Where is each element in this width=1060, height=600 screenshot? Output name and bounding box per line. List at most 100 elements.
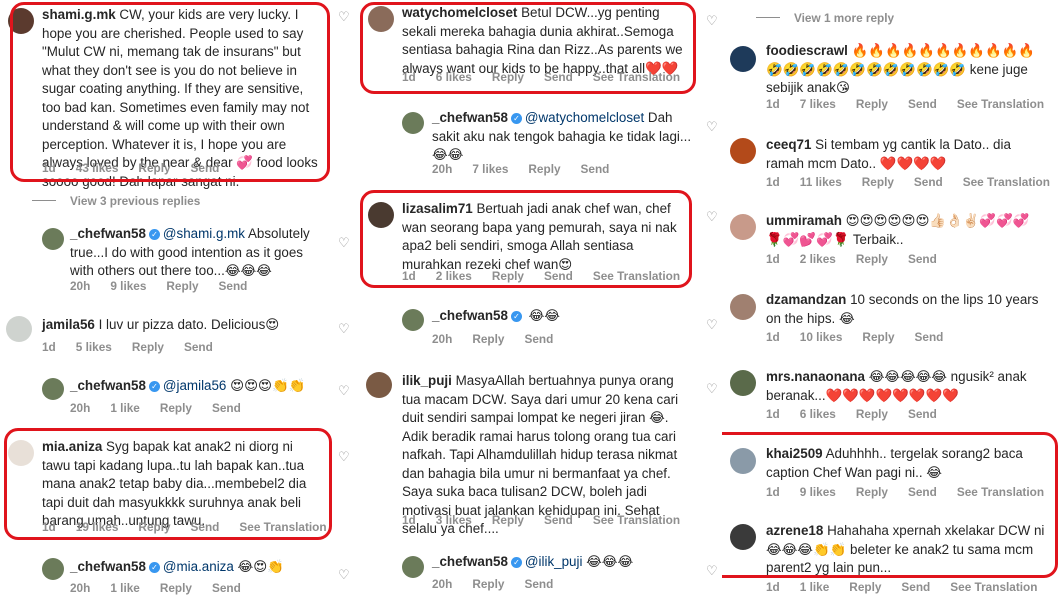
reply-meta: 20h 1 like Reply Send <box>70 581 261 595</box>
avatar[interactable] <box>730 138 756 164</box>
heart-icon[interactable]: ♡ <box>338 322 352 336</box>
view-more-replies[interactable]: View 1 more reply <box>756 11 894 25</box>
reply-button[interactable]: Reply <box>849 580 881 594</box>
heart-icon[interactable]: ♡ <box>706 382 720 396</box>
reply-button[interactable]: Reply <box>856 97 888 111</box>
username[interactable]: jamila56 <box>42 317 95 332</box>
reply-button[interactable]: Reply <box>472 577 504 591</box>
likes-count[interactable]: 1 like <box>110 401 140 415</box>
avatar[interactable] <box>366 372 392 398</box>
reply-button[interactable]: Reply <box>862 175 894 189</box>
avatar[interactable] <box>402 309 424 331</box>
reply-button[interactable]: Reply <box>492 513 524 527</box>
likes-count[interactable]: 11 likes <box>800 175 842 189</box>
send-button[interactable]: Send <box>901 580 930 594</box>
likes-count[interactable]: 5 likes <box>76 340 112 354</box>
heart-icon[interactable]: ♡ <box>338 10 352 24</box>
mention-link[interactable]: @shami.g.mk <box>163 226 245 241</box>
heart-icon[interactable]: ♡ <box>338 236 352 250</box>
avatar[interactable] <box>730 214 756 240</box>
username[interactable]: mrs.nanaonana <box>766 369 865 384</box>
send-button[interactable]: Send <box>908 407 937 421</box>
avatar[interactable] <box>730 294 756 320</box>
timestamp: 20h <box>432 577 453 591</box>
comments-column-2: watychomelcloset Betul DCW...yg penting … <box>356 0 720 600</box>
username[interactable]: _chefwan58 <box>432 110 508 125</box>
send-button[interactable]: Send <box>524 332 553 346</box>
send-button[interactable]: Send <box>212 401 241 415</box>
heart-icon[interactable]: ♡ <box>706 210 720 224</box>
reply-button[interactable]: Reply <box>160 401 192 415</box>
likes-count[interactable]: 3 likes <box>436 513 472 527</box>
send-button[interactable]: Send <box>184 340 213 354</box>
send-button[interactable]: Send <box>212 581 241 595</box>
username[interactable]: _chefwan58 <box>70 226 146 241</box>
avatar[interactable] <box>42 378 64 400</box>
verified-badge-icon: ✓ <box>148 381 160 392</box>
view-previous-replies[interactable]: View 3 previous replies <box>32 194 200 208</box>
heart-icon[interactable]: ♡ <box>706 120 720 134</box>
username[interactable]: _chefwan58 <box>432 308 508 323</box>
timestamp: 1d <box>766 407 780 421</box>
mention-link[interactable]: @ilik_puji <box>525 554 583 569</box>
username[interactable]: ceeq71 <box>766 137 811 152</box>
see-translation-button[interactable]: See Translation <box>950 580 1037 594</box>
username[interactable]: _chefwan58 <box>70 559 146 574</box>
send-button[interactable]: Send <box>914 175 943 189</box>
likes-count[interactable]: 10 likes <box>800 330 843 344</box>
likes-count[interactable]: 2 likes <box>800 252 836 266</box>
heart-icon[interactable]: ♡ <box>338 568 352 582</box>
avatar[interactable] <box>730 370 756 396</box>
timestamp: 1d <box>766 97 780 111</box>
avatar[interactable] <box>402 556 424 578</box>
send-button[interactable]: Send <box>581 162 610 176</box>
likes-count[interactable]: 7 likes <box>800 97 836 111</box>
heart-icon[interactable]: ♡ <box>706 564 720 578</box>
send-button[interactable]: Send <box>908 97 937 111</box>
send-button[interactable]: Send <box>915 330 944 344</box>
username[interactable]: dzamandzan <box>766 292 846 307</box>
reply-button[interactable]: Reply <box>472 332 504 346</box>
comment-text: ceeq71 Si tembam yg cantik la Dato.. dia… <box>766 136 1046 173</box>
reply-button[interactable]: Reply <box>528 162 560 176</box>
avatar[interactable] <box>42 558 64 580</box>
send-button[interactable]: Send <box>219 279 248 293</box>
send-button[interactable]: Send <box>544 513 573 527</box>
likes-count[interactable]: 1 like <box>800 580 830 594</box>
avatar[interactable] <box>6 316 32 342</box>
see-translation-button[interactable]: See Translation <box>963 175 1050 189</box>
verified-badge-icon: ✓ <box>510 311 522 322</box>
send-button[interactable]: Send <box>524 577 553 591</box>
comment-meta: 1d 2 likes Reply Send <box>766 252 957 266</box>
avatar[interactable] <box>730 46 756 72</box>
mention-link[interactable]: @watychomelcloset <box>525 110 644 125</box>
reply-text: _chefwan58 ✓ 😂😂 <box>432 307 702 326</box>
avatar[interactable] <box>42 228 64 250</box>
likes-count[interactable]: 1 like <box>110 581 140 595</box>
reply-button[interactable]: Reply <box>166 279 198 293</box>
see-translation-button[interactable]: See Translation <box>593 513 680 527</box>
reply-button[interactable]: Reply <box>160 581 192 595</box>
timestamp: 20h <box>70 401 91 415</box>
likes-count[interactable]: 6 likes <box>800 407 836 421</box>
avatar[interactable] <box>402 112 424 134</box>
likes-count[interactable]: 9 likes <box>110 279 146 293</box>
heart-icon[interactable]: ♡ <box>338 450 352 464</box>
heart-icon[interactable]: ♡ <box>338 384 352 398</box>
username[interactable]: _chefwan58 <box>70 378 146 393</box>
reply-button[interactable]: Reply <box>132 340 164 354</box>
reply-button[interactable]: Reply <box>856 252 888 266</box>
heart-icon[interactable]: ♡ <box>706 318 720 332</box>
username[interactable]: _chefwan58 <box>432 554 508 569</box>
heart-icon[interactable]: ♡ <box>706 14 720 28</box>
reply-button[interactable]: Reply <box>856 407 888 421</box>
likes-count[interactable]: 7 likes <box>472 162 508 176</box>
reply-button[interactable]: Reply <box>862 330 894 344</box>
see-translation-button[interactable]: See Translation <box>957 97 1044 111</box>
username[interactable]: ilik_puji <box>402 373 452 388</box>
username[interactable]: ummiramah <box>766 213 842 228</box>
username[interactable]: foodiescrawl <box>766 43 848 58</box>
mention-link[interactable]: @mia.aniza <box>163 559 234 574</box>
mention-link[interactable]: @jamila56 <box>163 378 226 393</box>
send-button[interactable]: Send <box>908 252 937 266</box>
